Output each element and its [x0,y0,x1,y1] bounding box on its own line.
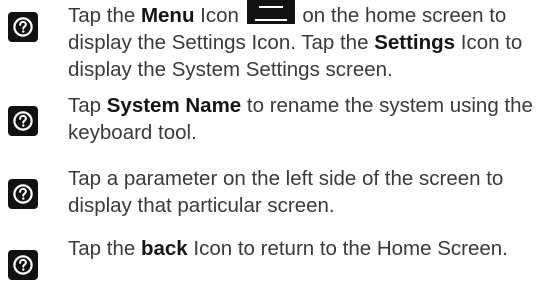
instruction-text: Tap System Name to rename the system usi… [68,92,552,146]
text-segment: Tap [68,94,107,117]
question-circle-icon [8,179,38,209]
text-segment: Tap the [68,237,141,260]
text-segment: Tap the [68,4,141,27]
question-circle-icon [8,12,38,42]
back-keyword: back [140,237,188,260]
text-segment: Icon to return to the Home Screen. [187,237,508,260]
system-name-keyword: System Name [106,94,242,117]
menu-icon [246,0,295,24]
text-segment: Tap a parameter on the left side of the … [68,167,504,217]
instruction-text: Tap a parameter on the left side of the … [68,165,552,219]
instruction-text: Tap the back Icon to return to the Home … [68,235,552,262]
menu-keyword: Menu [140,4,195,27]
question-circle-icon [8,250,38,280]
settings-keyword: Settings [374,31,456,54]
instruction-text: Tap the Menu Icon on the home screen to … [68,0,552,83]
text-segment: Icon [194,4,245,27]
question-circle-icon [8,106,38,136]
